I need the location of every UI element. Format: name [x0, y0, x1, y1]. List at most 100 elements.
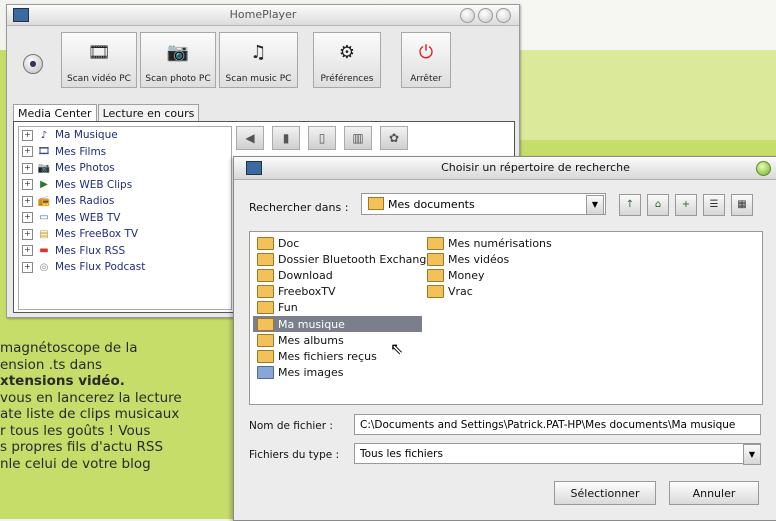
- magazine-margin: [520, 0, 776, 50]
- article-line: r tous les goûts ! Vous: [0, 422, 151, 439]
- look-in-select[interactable]: Mes documents: [361, 193, 606, 215]
- settings-tool-icon[interactable]: ✿: [380, 126, 408, 150]
- folder-icon: [427, 268, 444, 282]
- cancel-button[interactable]: Annuler: [669, 481, 759, 505]
- expand-icon[interactable]: +: [22, 195, 33, 207]
- expand-icon[interactable]: +: [22, 146, 33, 158]
- images-folder-icon: [257, 366, 274, 380]
- maximize-button[interactable]: [478, 8, 493, 23]
- expand-icon[interactable]: +: [22, 261, 33, 273]
- trash-tool-icon[interactable]: ▥: [344, 126, 372, 150]
- folder-item[interactable]: Mes fichiers reçus: [253, 348, 433, 364]
- homeplayer-titlebar[interactable]: HomePlayer: [7, 5, 519, 26]
- close-button[interactable]: [496, 8, 511, 23]
- tab-lecture-en-cours[interactable]: Lecture en cours: [97, 104, 200, 122]
- up-folder-icon[interactable]: ↑: [619, 194, 641, 216]
- expand-icon[interactable]: +: [22, 212, 33, 224]
- article-line: s propres fils d'actu RSS: [0, 439, 164, 455]
- expand-icon[interactable]: +: [22, 228, 33, 240]
- tree-item-mes-web-clips[interactable]: + ▶ Mes WEB Clips: [19, 177, 231, 194]
- scan-video-button[interactable]: 🎞 Scan vidéo PC: [61, 32, 137, 88]
- article-line: magnétoscope de la: [0, 340, 138, 356]
- window-title: HomePlayer: [229, 8, 297, 21]
- stop-button[interactable]: ⏻ Arrêter: [401, 32, 451, 88]
- minimize-button[interactable]: [460, 8, 475, 23]
- tree-item-mes-films[interactable]: + 🎞 Mes Films: [19, 144, 231, 161]
- select-button[interactable]: Sélectionner: [554, 481, 656, 505]
- folder-item[interactable]: Download: [253, 267, 433, 283]
- article-line: nle celui de votre blog: [0, 455, 151, 472]
- radio-icon: 📻: [37, 195, 51, 207]
- menu-round-button[interactable]: ●: [23, 54, 43, 74]
- new-folder-icon[interactable]: +: [675, 194, 697, 216]
- preferences-icon: ⚙: [338, 42, 356, 63]
- scan-video-icon: 🎞: [87, 42, 111, 63]
- article-line: xtensions vidéo.: [0, 373, 125, 389]
- expand-icon[interactable]: +: [22, 245, 33, 257]
- filetype-label: Fichiers du type :: [249, 449, 340, 461]
- filetype-select[interactable]: Tous les fichiers: [354, 443, 761, 464]
- folder-item[interactable]: Money: [423, 267, 552, 283]
- folder-icon: [427, 285, 444, 299]
- folder-icon: [368, 197, 384, 210]
- music-note-icon: ♪: [40, 129, 48, 141]
- media-tree: + ♪ Ma Musique + 🎞 Mes Films + 📷 Mes Pho…: [18, 126, 232, 310]
- tree-item-mes-photos[interactable]: + 📷 Mes Photos: [19, 160, 231, 177]
- folder-item[interactable]: Mes images: [253, 365, 433, 381]
- dialog-close-button[interactable]: [756, 161, 771, 176]
- dialog-title: Choisir un répertoire de recherche: [441, 161, 630, 174]
- folder-icon: [257, 349, 274, 363]
- expand-icon[interactable]: +: [22, 179, 33, 191]
- tree-item-mes-freebox-tv[interactable]: + ▤ Mes FreeBox TV: [19, 226, 231, 243]
- folder-item[interactable]: Vrac: [423, 284, 552, 300]
- filename-field[interactable]: C:\Documents and Settings\Patrick.PAT-HP…: [354, 414, 761, 435]
- folder-item[interactable]: Mes numérisations: [423, 235, 552, 251]
- folder-item[interactable]: FreeboxTV: [253, 284, 433, 300]
- dialog-nav-buttons: ↑ ⌂ + ☰ ▦: [619, 194, 753, 216]
- film-icon: 🎞: [37, 146, 51, 158]
- expand-icon[interactable]: +: [22, 129, 33, 141]
- tree-item-ma-musique[interactable]: + ♪ Ma Musique: [19, 127, 231, 144]
- folder-icon: [257, 333, 274, 347]
- list-view-icon[interactable]: ☰: [703, 194, 725, 216]
- preferences-button[interactable]: ⚙ Préférences: [313, 32, 381, 88]
- dialog-titlebar[interactable]: Choisir un répertoire de recherche: [234, 157, 776, 180]
- folder-item[interactable]: Mes albums: [253, 332, 433, 348]
- tree-item-mes-flux-rss[interactable]: + ▬ Mes Flux RSS: [19, 243, 231, 260]
- scan-photo-icon: 📷: [166, 42, 190, 63]
- scan-photo-button[interactable]: 📷 Scan photo PC: [140, 32, 216, 88]
- pause-tool-icon[interactable]: ▮: [272, 126, 300, 150]
- play-tool-icon[interactable]: ◀: [236, 126, 264, 150]
- folder-icon: [257, 268, 274, 282]
- freebox-icon: ▤: [39, 228, 49, 240]
- folder-icon: [257, 317, 274, 331]
- look-in-dropdown-arrow[interactable]: ▼: [586, 195, 604, 215]
- folder-item[interactable]: Dossier Bluetooth Exchange: [253, 251, 433, 267]
- file-list: Doc Dossier Bluetooth Exchange Download …: [249, 231, 763, 405]
- file-column-2: Mes numérisations Mes vidéos Money Vrac: [423, 235, 552, 300]
- folder-icon: [257, 236, 274, 250]
- playback-tools: ◀ ▮ ▯ ▥ ✿: [236, 126, 408, 150]
- folder-item-selected[interactable]: Ma musique: [253, 315, 422, 333]
- tree-item-mes-web-tv[interactable]: + ▭ Mes WEB TV: [19, 210, 231, 227]
- rss-icon: ▬: [39, 245, 49, 257]
- home-folder-icon[interactable]: ⌂: [647, 194, 669, 216]
- tv-icon: ▭: [39, 212, 49, 224]
- document-tool-icon[interactable]: ▯: [308, 126, 336, 150]
- tree-item-mes-flux-podcast[interactable]: + ◎ Mes Flux Podcast: [19, 259, 231, 276]
- folder-item[interactable]: Fun: [253, 300, 433, 316]
- web-clips-icon: ▶: [40, 179, 48, 191]
- scan-music-icon: ♫: [250, 42, 267, 63]
- folder-icon: [427, 252, 444, 266]
- folder-icon: [427, 236, 444, 250]
- folder-item[interactable]: Mes vidéos: [423, 251, 552, 267]
- folder-item[interactable]: Doc: [253, 235, 433, 251]
- details-view-icon[interactable]: ▦: [731, 194, 753, 216]
- tab-media-center[interactable]: Media Center: [13, 104, 97, 122]
- expand-icon[interactable]: +: [22, 162, 33, 174]
- tree-item-mes-radios[interactable]: + 📻 Mes Radios: [19, 193, 231, 210]
- scan-music-button[interactable]: ♫ Scan music PC: [219, 32, 298, 88]
- tab-bar: Media Center Lecture en cours: [13, 104, 200, 122]
- filetype-dropdown-arrow[interactable]: ▼: [743, 444, 761, 465]
- folder-icon: [257, 301, 274, 315]
